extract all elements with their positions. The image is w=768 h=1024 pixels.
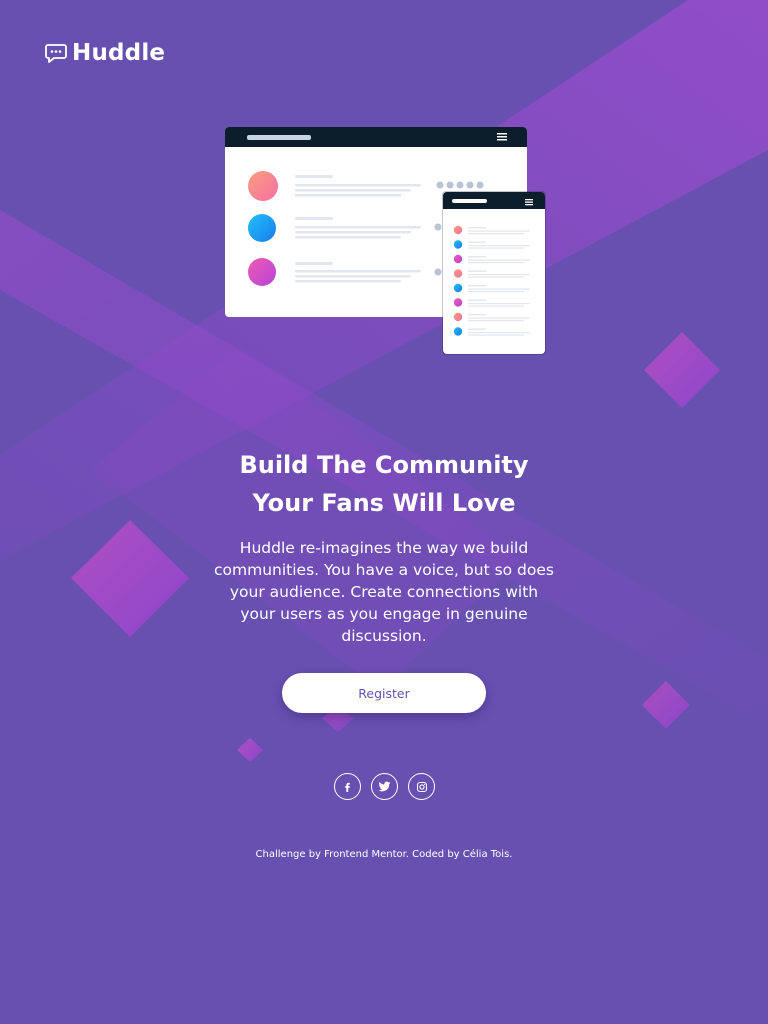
hero-headline: Build The Community Your Fans Will Love <box>0 446 768 522</box>
frontend-mentor-link[interactable]: Frontend Mentor <box>324 849 406 860</box>
twitter-icon <box>378 781 391 792</box>
facebook-link[interactable] <box>334 773 361 800</box>
attribution: Challenge by Frontend Mentor. Coded by C… <box>0 849 768 860</box>
instagram-link[interactable] <box>408 773 435 800</box>
instagram-icon <box>416 781 427 792</box>
facebook-icon <box>345 782 350 792</box>
speech-bubble-icon <box>45 44 67 63</box>
desktop-and-mobile-mockup-illustration <box>225 127 546 355</box>
register-button[interactable]: Register <box>282 673 486 713</box>
attribution-middle: . Coded by <box>405 849 463 860</box>
headline-line-1: Build The Community <box>239 451 529 479</box>
social-links <box>334 773 435 800</box>
headline-line-2: Your Fans Will Love <box>252 489 516 517</box>
huddle-logo[interactable]: Huddle <box>44 40 165 66</box>
brand-name: Huddle <box>72 40 166 66</box>
twitter-link[interactable] <box>371 773 398 800</box>
attribution-suffix: . <box>509 849 513 860</box>
hero-description: Huddle re-imagines the way we build comm… <box>214 539 554 645</box>
attribution-prefix: Challenge by <box>255 849 325 860</box>
author-link[interactable]: Célia Tois <box>463 849 510 860</box>
